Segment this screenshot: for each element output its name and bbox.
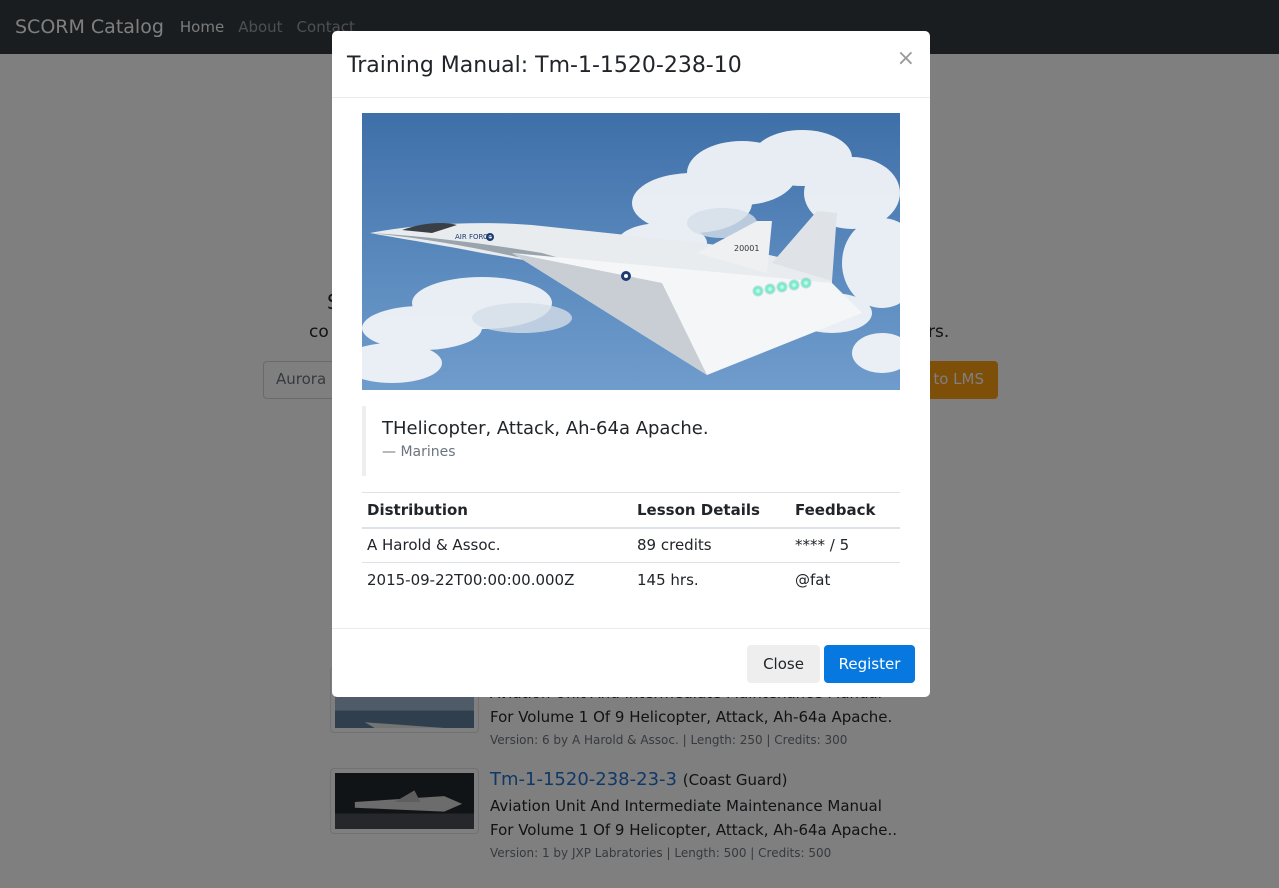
- course-detail-modal: Training Manual: Tm-1-1520-238-10 × AIR …: [332, 31, 930, 697]
- close-button[interactable]: Close: [747, 645, 820, 683]
- table-row: A Harold & Assoc. 89 credits **** / 5: [362, 528, 900, 563]
- jet-aircraft-image: AIR FORCE 20001: [362, 113, 900, 390]
- course-blockquote: THelicopter, Attack, Ah-64a Apache. — Ma…: [362, 406, 900, 476]
- fuselage-marking: AIR FORCE: [455, 233, 492, 241]
- table-cell: 2015-09-22T00:00:00.000Z: [362, 562, 632, 598]
- course-hero-image: AIR FORCE 20001: [362, 113, 900, 390]
- quote-footer: — Marines: [382, 444, 456, 460]
- table-cell: 89 credits: [637, 536, 712, 555]
- table-header-row: Distribution Lesson Details Feedback: [362, 492, 900, 529]
- column-header-distribution: Distribution: [362, 492, 632, 529]
- register-button[interactable]: Register: [824, 645, 915, 683]
- column-header-feedback: Feedback: [790, 492, 900, 529]
- table-cell: 145 hrs.: [632, 562, 790, 598]
- quote-text: THelicopter, Attack, Ah-64a Apache.: [382, 418, 709, 439]
- course-detail-table: Distribution Lesson Details Feedback A H…: [362, 492, 900, 598]
- table-cell: **** / 5: [795, 536, 850, 555]
- table-cell: @fat: [790, 562, 900, 598]
- modal-title: Training Manual: Tm-1-1520-238-10: [347, 53, 742, 78]
- table-cell: A Harold & Assoc.: [367, 536, 501, 555]
- tail-number: 20001: [734, 244, 759, 253]
- modal-footer: Close Register: [332, 628, 930, 697]
- table-row: 2015-09-22T00:00:00.000Z 145 hrs. @fat: [362, 562, 900, 598]
- close-icon[interactable]: ×: [897, 45, 915, 73]
- column-header-lesson-details: Lesson Details: [632, 492, 790, 529]
- modal-header: Training Manual: Tm-1-1520-238-10 ×: [332, 31, 930, 98]
